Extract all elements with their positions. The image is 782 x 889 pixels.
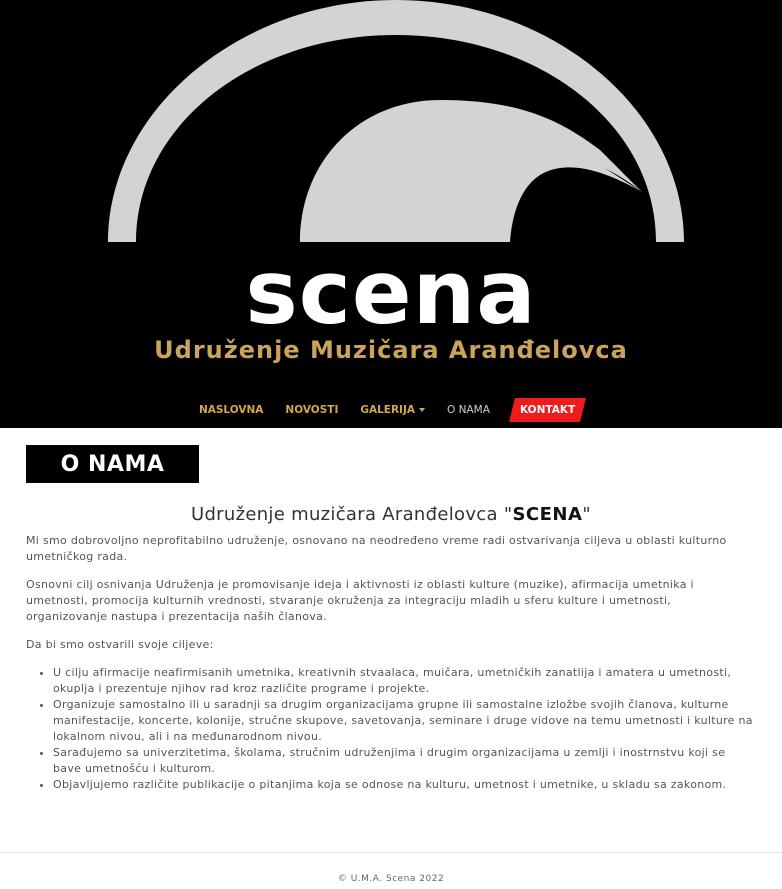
footer-copyright: © U.M.A. Scena 2022	[337, 874, 445, 884]
chevron-down-icon	[419, 408, 425, 412]
list-item: U cilju afirmacije neafirmisanih umetnik…	[53, 665, 756, 697]
page-title-suffix: "	[582, 504, 591, 525]
brand-wordmark: scena	[245, 241, 537, 344]
nav-item-o-nama[interactable]: O NAMA	[447, 404, 490, 416]
nav-item-galerija-label: GALERIJA	[360, 404, 415, 416]
goal-paragraph: Osnovni cilj osnivanja Udruženja je prom…	[26, 578, 694, 623]
about-content: Udruženje muzičara Aranđelovca "SCENA" M…	[26, 503, 756, 793]
nav-item-kontakt[interactable]: KONTAKT	[508, 398, 587, 422]
page-title-bold: SCENA	[512, 504, 583, 525]
section-title-badge: O NAMA	[26, 445, 199, 483]
nav-item-novosti[interactable]: NOVOSTI	[285, 404, 338, 416]
nav-item-kontakt-label: KONTAKT	[519, 404, 576, 416]
hero-header: scena Udruženje Muzičara Aranđelovca NAS…	[0, 0, 782, 428]
nav-item-naslovna[interactable]: NASLOVNA	[199, 404, 263, 416]
page-title-prefix: Udruženje muzičara Aranđelovca "	[190, 504, 513, 525]
page-title: Udruženje muzičara Aranđelovca "SCENA"	[26, 503, 756, 527]
list-item: Sarađujemo sa univerzitetima, školama, s…	[53, 745, 756, 777]
main-nav: NASLOVNA NOVOSTI GALERIJA O NAMA KONTAKT	[0, 396, 782, 424]
goals-list: U cilju afirmacije neafirmisanih umetnik…	[26, 665, 756, 793]
list-item: Objavljujemo različite publikacije o pit…	[53, 777, 756, 793]
list-intro: Da bi smo ostvarili svoje ciljeve:	[26, 638, 214, 651]
list-item: Organizuje samostalno ili u saradnji sa …	[53, 697, 756, 745]
intro-paragraph: Mi smo dobrovoljno neprofitabilno udruže…	[26, 534, 727, 563]
nav-item-galerija[interactable]: GALERIJA	[360, 404, 425, 416]
site-subtitle: Udruženje Muzičara Aranđelovca	[154, 336, 628, 364]
footer-divider	[0, 852, 782, 853]
